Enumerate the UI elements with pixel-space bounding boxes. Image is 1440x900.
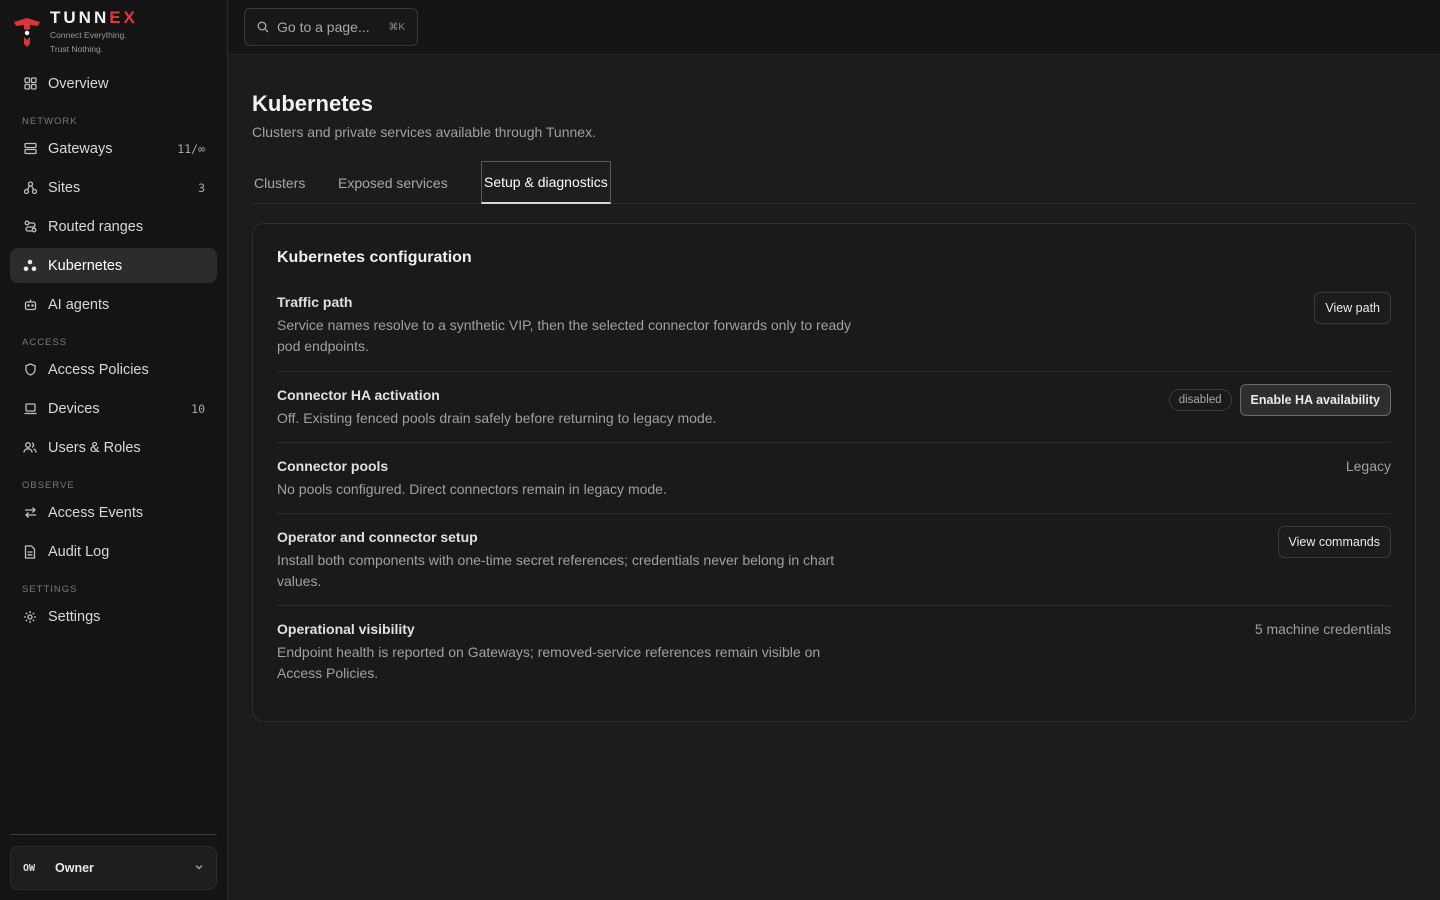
sidebar-item-audit-log[interactable]: Audit Log xyxy=(10,534,217,569)
sidebar-nav: Overview NETWORK Gateways 11/∞ Sites 3 R… xyxy=(10,66,217,638)
route-icon xyxy=(22,219,38,235)
sites-icon xyxy=(22,180,38,196)
account-name: Owner xyxy=(55,861,94,875)
sidebar-item-label: Access Events xyxy=(48,504,144,521)
sidebar-item-label: Gateways xyxy=(48,140,113,157)
view-path-button[interactable]: View path xyxy=(1314,292,1391,324)
bot-icon xyxy=(22,297,38,313)
sidebar-item-devices[interactable]: Devices 10 xyxy=(10,391,217,426)
sidebar-item-routed-ranges[interactable]: Routed ranges xyxy=(10,209,217,244)
kubernetes-configuration-card: Kubernetes configuration Traffic path Se… xyxy=(252,223,1416,722)
page-search-input[interactable]: Go to a page... ⌘K xyxy=(244,8,418,46)
row-connector-pools: Connector pools No pools configured. Dir… xyxy=(277,442,1391,500)
account-switcher[interactable]: OW Owner xyxy=(10,846,217,890)
row-title: Operator and connector setup xyxy=(277,529,478,545)
sidebar-item-overview[interactable]: Overview xyxy=(10,66,217,101)
tab-setup-diagnostics[interactable]: Setup & diagnostics xyxy=(481,161,611,204)
tab-bar: Clusters Exposed services Setup & diagno… xyxy=(252,161,1417,204)
page-title: Kubernetes xyxy=(252,91,374,116)
server-icon xyxy=(22,141,38,157)
row-connector-ha-activation: Connector HA activation Off. Existing fe… xyxy=(277,371,1391,429)
row-description: No pools configured. Direct connectors r… xyxy=(277,481,667,497)
brand-tagline-1: Connect Everything. xyxy=(50,30,127,40)
section-network: NETWORK xyxy=(22,116,78,127)
search-placeholder: Go to a page... xyxy=(277,19,370,35)
row-description: Off. Existing fenced pools drain safely … xyxy=(277,410,717,426)
section-access: ACCESS xyxy=(22,337,68,348)
search-icon xyxy=(257,21,269,33)
sidebar-item-label: Sites xyxy=(48,179,81,196)
sidebar-item-label: Routed ranges xyxy=(48,218,144,235)
row-operator-connector-setup: Operator and connector setup Install bot… xyxy=(277,513,1391,592)
status-badge: disabled xyxy=(1168,389,1232,411)
brand-wordmark: TUNNEX xyxy=(50,8,138,27)
avatar: OW xyxy=(23,862,36,874)
sidebar-item-settings[interactable]: Settings xyxy=(10,599,217,634)
sidebar-item-label: Audit Log xyxy=(48,543,110,560)
tunnex-logo-icon xyxy=(14,18,40,47)
card-title: Kubernetes configuration xyxy=(277,249,472,266)
grid-icon xyxy=(22,76,38,92)
sidebar-divider xyxy=(10,834,217,835)
row-title: Connector pools xyxy=(277,458,389,474)
users-icon xyxy=(22,440,38,456)
page-subtitle: Clusters and private services available … xyxy=(252,124,596,140)
arrows-icon xyxy=(22,505,38,521)
machine-credentials-status: 5 machine credentials xyxy=(1254,621,1391,637)
brand-tagline-2: Trust Nothing. xyxy=(50,44,104,54)
laptop-icon xyxy=(22,401,38,417)
enable-ha-button[interactable]: Enable HA availability xyxy=(1239,384,1391,416)
gear-icon xyxy=(22,609,38,625)
sidebar-item-label: AI agents xyxy=(48,296,110,313)
sidebar: TUNNEX Connect Everything. Trust Nothing… xyxy=(0,0,228,900)
shield-icon xyxy=(22,362,38,378)
document-icon xyxy=(22,544,38,560)
sidebar-item-users-roles[interactable]: Users & Roles xyxy=(10,430,217,465)
chevron-down-icon xyxy=(194,862,204,875)
sidebar-item-access-events[interactable]: Access Events xyxy=(10,495,217,530)
kubernetes-icon xyxy=(22,258,38,274)
sites-count: 3 xyxy=(198,180,205,195)
row-traffic-path: Traffic path Service names resolve to a … xyxy=(277,292,1391,357)
sidebar-item-kubernetes[interactable]: Kubernetes xyxy=(10,248,217,283)
search-shortcut: ⌘K xyxy=(388,21,405,33)
sidebar-item-label: Overview xyxy=(48,75,109,92)
sidebar-item-gateways[interactable]: Gateways 11/∞ xyxy=(10,131,217,166)
section-observe: OBSERVE xyxy=(22,480,75,491)
row-description: Service names resolve to a synthetic VIP… xyxy=(277,317,852,354)
tab-exposed-services[interactable]: Exposed services xyxy=(338,161,448,204)
sidebar-item-label: Kubernetes xyxy=(48,257,123,274)
gateways-count: 11/∞ xyxy=(177,141,205,156)
section-settings: SETTINGS xyxy=(22,584,78,595)
tab-clusters[interactable]: Clusters xyxy=(254,161,305,204)
topbar: Go to a page... ⌘K xyxy=(229,0,1440,55)
sidebar-item-label: Access Policies xyxy=(48,361,149,378)
sidebar-item-label: Settings xyxy=(48,608,101,625)
row-description: Install both components with one-time se… xyxy=(277,552,835,589)
row-operational-visibility: Operational visibility Endpoint health i… xyxy=(277,605,1391,684)
brand-logo[interactable]: TUNNEX Connect Everything. Trust Nothing… xyxy=(12,8,138,56)
sidebar-item-label: Devices xyxy=(48,400,100,417)
sidebar-item-access-policies[interactable]: Access Policies xyxy=(10,352,217,387)
sidebar-item-sites[interactable]: Sites 3 xyxy=(10,170,217,205)
sidebar-item-label: Users & Roles xyxy=(48,439,141,456)
view-commands-button[interactable]: View commands xyxy=(1277,526,1391,558)
sidebar-item-ai-agents[interactable]: AI agents xyxy=(10,287,217,322)
row-title: Operational visibility xyxy=(277,621,415,637)
row-description: Endpoint health is reported on Gateways;… xyxy=(277,644,821,681)
pools-status: Legacy xyxy=(1345,458,1391,474)
row-title: Traffic path xyxy=(277,294,353,310)
main-content: Kubernetes Clusters and private services… xyxy=(229,55,1440,900)
devices-count: 10 xyxy=(191,401,205,416)
